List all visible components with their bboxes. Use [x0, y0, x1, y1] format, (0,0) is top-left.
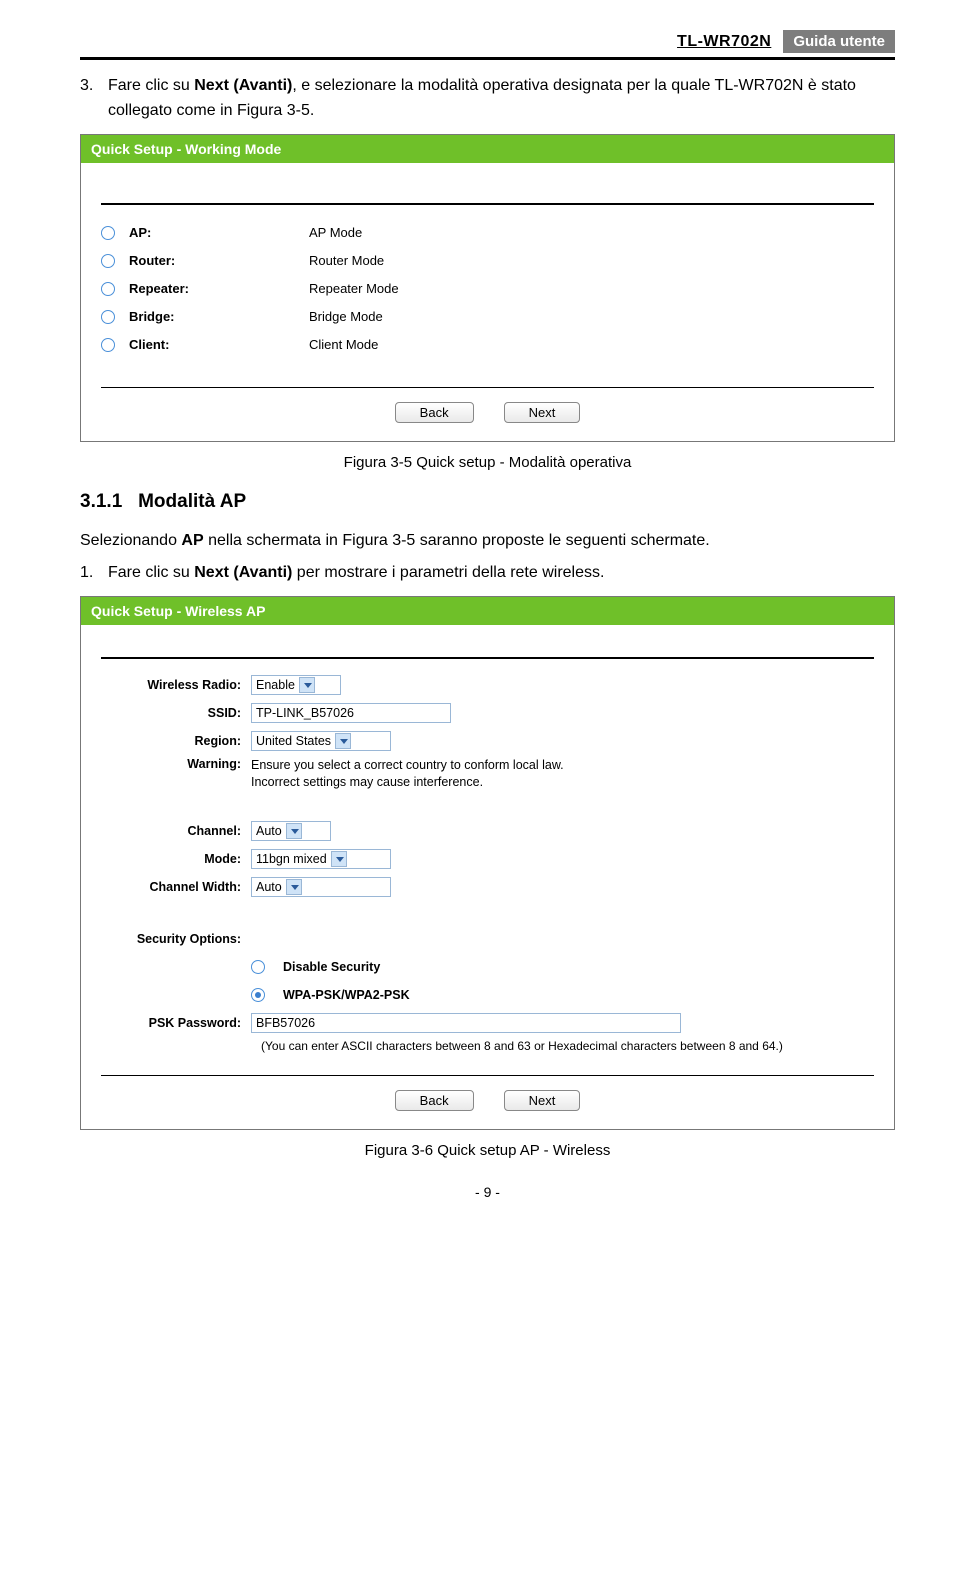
input-ssid[interactable]: [251, 703, 451, 723]
chevron-down-icon: [299, 677, 315, 693]
chevron-down-icon: [286, 879, 302, 895]
label-security-options: Security Options:: [101, 932, 251, 946]
select-channel[interactable]: Auto: [251, 821, 331, 841]
shot1-title: Quick Setup - Working Mode: [81, 135, 894, 163]
input-psk-password[interactable]: [251, 1013, 681, 1033]
screenshot-working-mode: Quick Setup - Working Mode AP: AP Mode R…: [80, 134, 895, 442]
mode-label: AP:: [129, 225, 309, 240]
page-header: TL-WR702N Guida utente: [80, 30, 895, 53]
select-region[interactable]: United States: [251, 731, 391, 751]
mode-desc: Repeater Mode: [309, 281, 399, 296]
mode-row-client: Client: Client Mode: [101, 331, 874, 359]
mode-desc: Router Mode: [309, 253, 384, 268]
mode-row-router: Router: Router Mode: [101, 247, 874, 275]
intro-number: 3.: [80, 74, 108, 99]
radio-ap[interactable]: [101, 226, 115, 240]
mode-row-repeater: Repeater: Repeater Mode: [101, 275, 874, 303]
divider: [101, 203, 874, 205]
back-button[interactable]: Back: [395, 402, 474, 423]
figure-caption-1: Figura 3-5 Quick setup - Modalità operat…: [80, 454, 895, 471]
label-channel: Channel:: [101, 824, 251, 838]
label-ssid: SSID:: [101, 706, 251, 720]
intro-paragraph: 3. Fare clic su Next (Avanti), e selezio…: [80, 74, 895, 124]
mode-desc: Client Mode: [309, 337, 378, 352]
label-wireless-radio: Wireless Radio:: [101, 678, 251, 692]
mode-label: Router:: [129, 253, 309, 268]
section-heading-311: 3.1.1 Modalità AP: [80, 491, 895, 513]
header-divider: [80, 57, 895, 60]
next-button[interactable]: Next: [504, 402, 581, 423]
mode-label: Client:: [129, 337, 309, 352]
select-channel-width[interactable]: Auto: [251, 877, 391, 897]
mode-label: Bridge:: [129, 309, 309, 324]
radio-disable-security[interactable]: [251, 960, 265, 974]
divider: [101, 1075, 874, 1076]
warning-text-2: Incorrect settings may cause interferenc…: [251, 775, 483, 789]
chevron-down-icon: [335, 733, 351, 749]
figure-caption-2: Figura 3-6 Quick setup AP - Wireless: [80, 1142, 895, 1159]
header-model: TL-WR702N: [677, 33, 771, 51]
label-psk-password: PSK Password:: [101, 1016, 251, 1030]
option-disable-security: Disable Security: [283, 960, 380, 974]
mode-row-ap: AP: AP Mode: [101, 219, 874, 247]
screenshot-wireless-ap: Quick Setup - Wireless AP Wireless Radio…: [80, 596, 895, 1130]
header-badge: Guida utente: [783, 30, 895, 53]
back-button[interactable]: Back: [395, 1090, 474, 1111]
radio-wpa-psk[interactable]: [251, 988, 265, 1002]
step-1: 1. Fare clic su Next (Avanti) per mostra…: [80, 561, 895, 586]
chevron-down-icon: [331, 851, 347, 867]
divider: [101, 657, 874, 659]
mode-desc: AP Mode: [309, 225, 362, 240]
divider: [101, 387, 874, 388]
radio-client[interactable]: [101, 338, 115, 352]
mode-row-bridge: Bridge: Bridge Mode: [101, 303, 874, 331]
warning-text-1: Ensure you select a correct country to c…: [251, 758, 564, 772]
radio-repeater[interactable]: [101, 282, 115, 296]
step-number: 1.: [80, 561, 108, 586]
mode-label: Repeater:: [129, 281, 309, 296]
label-channel-width: Channel Width:: [101, 880, 251, 894]
label-region: Region:: [101, 734, 251, 748]
mode-desc: Bridge Mode: [309, 309, 383, 324]
page-number: - 9 -: [80, 1184, 895, 1200]
option-wpa-psk: WPA-PSK/WPA2-PSK: [283, 988, 410, 1002]
next-button[interactable]: Next: [504, 1090, 581, 1111]
label-mode: Mode:: [101, 852, 251, 866]
radio-router[interactable]: [101, 254, 115, 268]
select-mode[interactable]: 11bgn mixed: [251, 849, 391, 869]
radio-bridge[interactable]: [101, 310, 115, 324]
shot2-title: Quick Setup - Wireless AP: [81, 597, 894, 625]
chevron-down-icon: [286, 823, 302, 839]
para-select-ap: Selezionando AP nella schermata in Figur…: [80, 529, 895, 554]
label-warning: Warning:: [101, 757, 251, 771]
psk-note: (You can enter ASCII characters between …: [261, 1039, 874, 1053]
select-wireless-radio[interactable]: Enable: [251, 675, 341, 695]
